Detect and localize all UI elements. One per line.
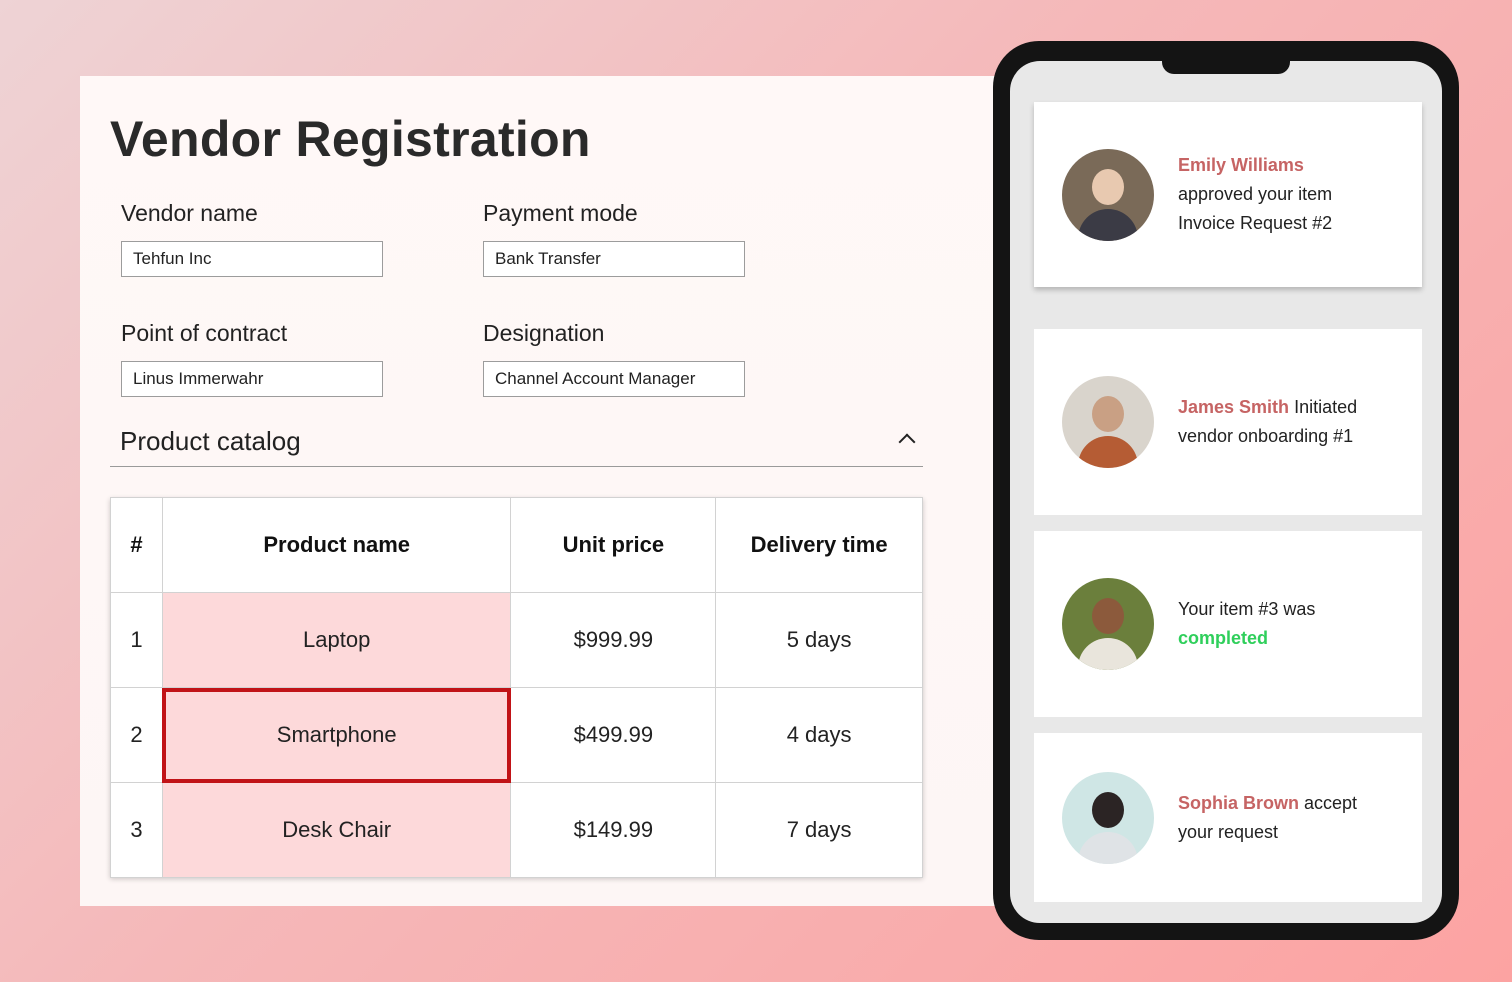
phone-notch bbox=[1162, 61, 1290, 74]
notification-line: Your item #3 was bbox=[1178, 599, 1316, 619]
notification-card[interactable]: Emily Williams approved your item Invoic… bbox=[1034, 102, 1422, 287]
avatar bbox=[1062, 771, 1154, 864]
product-catalog-header[interactable]: Product catalog bbox=[110, 422, 923, 467]
notification-line: approved your item bbox=[1178, 184, 1333, 204]
row-number: 1 bbox=[110, 592, 163, 688]
product-name-cell-selected[interactable]: Smartphone bbox=[161, 687, 512, 783]
designation-label: Designation bbox=[483, 320, 605, 346]
avatar bbox=[1062, 376, 1154, 468]
point-of-contact-input[interactable] bbox=[121, 361, 383, 397]
designation-field: Designation bbox=[483, 320, 783, 397]
point-of-contact-label: Point of contract bbox=[121, 320, 288, 346]
table-row[interactable]: 2 Smartphone $499.99 4 days bbox=[110, 687, 923, 783]
vendor-name-label: Vendor name bbox=[121, 200, 258, 226]
phone-screen: Emily Williams approved your item Invoic… bbox=[1010, 61, 1442, 923]
vendor-registration-form: Vendor Registration Vendor name Payment … bbox=[80, 76, 1000, 906]
point-of-contact-field: Point of contract bbox=[121, 320, 421, 397]
payment-mode-field: Payment mode bbox=[483, 200, 783, 277]
unit-price-cell: $499.99 bbox=[510, 687, 717, 783]
product-table: # Product name Unit price Delivery time … bbox=[110, 497, 923, 878]
notification-line: your request bbox=[1178, 821, 1279, 842]
column-header-number: # bbox=[110, 497, 163, 593]
notification-text: Emily Williams approved your item Invoic… bbox=[1178, 151, 1408, 238]
phone-frame: Emily Williams approved your item Invoic… bbox=[993, 41, 1459, 940]
avatar bbox=[1062, 578, 1154, 670]
notification-line: accept bbox=[1299, 792, 1358, 813]
notification-card[interactable]: James Smith Initiated vendor onboarding … bbox=[1034, 329, 1422, 515]
payment-mode-input[interactable] bbox=[483, 241, 745, 277]
delivery-time-cell: 7 days bbox=[715, 782, 923, 878]
notification-card[interactable]: Sophia Brown accept your request bbox=[1034, 733, 1422, 902]
delivery-time-cell: 5 days bbox=[715, 592, 923, 688]
notification-name[interactable]: James Smith bbox=[1178, 397, 1289, 417]
unit-price-cell: $999.99 bbox=[510, 592, 717, 688]
designation-input[interactable] bbox=[483, 361, 745, 397]
product-name-cell[interactable]: Desk Chair bbox=[161, 782, 512, 878]
table-row[interactable]: 1 Laptop $999.99 5 days bbox=[110, 592, 923, 688]
status-completed: completed bbox=[1178, 628, 1269, 648]
notification-line: Invoice Request #2 bbox=[1178, 213, 1333, 233]
notification-line: Initiated bbox=[1289, 397, 1358, 417]
row-number: 3 bbox=[110, 782, 163, 878]
vendor-name-input[interactable] bbox=[121, 241, 383, 277]
product-name-cell[interactable]: Laptop bbox=[161, 592, 512, 688]
table-header-row: # Product name Unit price Delivery time bbox=[110, 497, 923, 593]
notification-line: vendor onboarding #1 bbox=[1178, 426, 1354, 446]
row-number: 2 bbox=[110, 687, 163, 783]
notification-name[interactable]: Sophia Brown bbox=[1178, 793, 1299, 813]
notification-name[interactable]: Emily Williams bbox=[1178, 155, 1304, 175]
avatar bbox=[1062, 148, 1154, 241]
notification-card[interactable]: Your item #3 was completed bbox=[1034, 531, 1422, 717]
table-row[interactable]: 3 Desk Chair $149.99 7 days bbox=[110, 782, 923, 878]
page-title: Vendor Registration bbox=[110, 111, 591, 167]
column-header-unit-price: Unit price bbox=[510, 497, 717, 593]
vendor-name-field: Vendor name bbox=[121, 200, 421, 277]
unit-price-cell: $149.99 bbox=[510, 782, 717, 878]
product-catalog-title: Product catalog bbox=[120, 426, 301, 456]
notification-text: James Smith Initiated vendor onboarding … bbox=[1178, 393, 1408, 451]
notification-text: Sophia Brown accept your request bbox=[1178, 789, 1408, 847]
column-header-product-name: Product name bbox=[161, 497, 512, 593]
chevron-up-icon[interactable] bbox=[898, 433, 916, 451]
delivery-time-cell: 4 days bbox=[715, 687, 923, 783]
column-header-delivery-time: Delivery time bbox=[715, 497, 923, 593]
payment-mode-label: Payment mode bbox=[483, 200, 638, 226]
notification-text: Your item #3 was completed bbox=[1178, 595, 1408, 653]
